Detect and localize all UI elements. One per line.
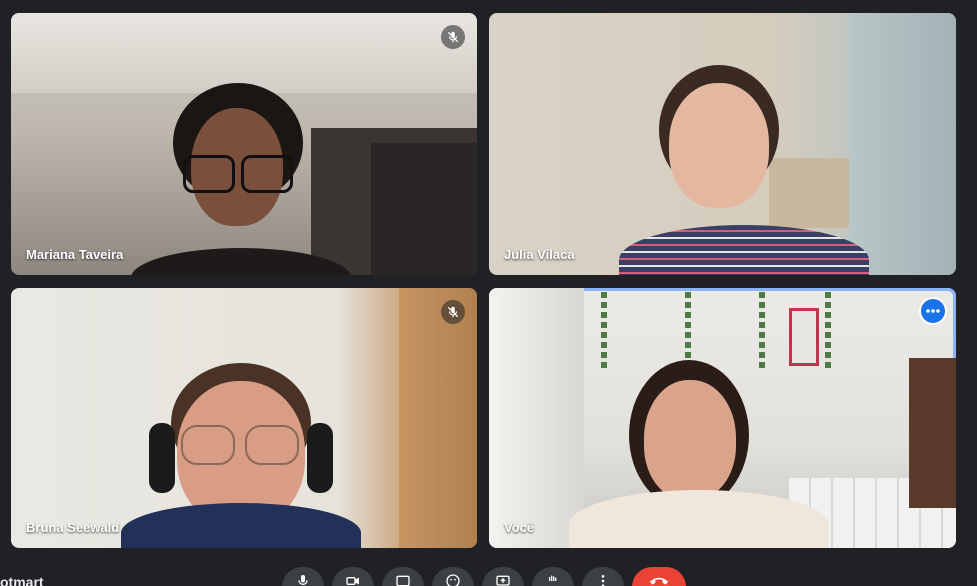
raise-hand-button[interactable] — [532, 567, 574, 586]
present-screen-button[interactable] — [482, 567, 524, 586]
leave-call-icon — [648, 573, 670, 586]
video-background — [825, 292, 831, 372]
participant-video — [619, 65, 869, 275]
video-background — [909, 358, 956, 508]
video-background — [11, 13, 477, 93]
participant-tile-julia-vilaca[interactable]: Julia Vilaca — [489, 13, 956, 275]
participant-name: Julia Vilaca — [504, 247, 575, 262]
mic-off-icon — [441, 25, 465, 49]
captions-icon — [395, 573, 411, 586]
camera-button[interactable] — [332, 567, 374, 586]
participant-video — [121, 363, 361, 548]
participant-video — [131, 83, 351, 275]
emoji-button[interactable] — [432, 567, 474, 586]
video-background — [489, 288, 584, 548]
camera-icon — [345, 573, 361, 586]
video-background — [371, 143, 477, 275]
microphone-button[interactable] — [282, 567, 324, 586]
participant-name: Mariana Taveira — [26, 247, 124, 262]
mic-off-icon — [441, 300, 465, 324]
meeting-stage: Mariana Taveira Julia Vilaca Bruna Seewa… — [0, 0, 977, 586]
participant-name: Você — [504, 520, 535, 535]
video-background — [601, 292, 607, 372]
participant-tile-mariana-taveira[interactable]: Mariana Taveira — [11, 13, 477, 275]
participant-tile-self[interactable]: Você — [489, 288, 956, 548]
participant-tile-bruna-seewald[interactable]: Bruna Seewald — [11, 288, 477, 548]
participant-video — [569, 360, 829, 548]
leave-call-button[interactable] — [632, 567, 686, 586]
participant-name: Bruna Seewald — [26, 520, 120, 535]
captions-button[interactable] — [382, 567, 424, 586]
video-background — [759, 292, 765, 372]
meeting-title: otmart — [0, 574, 44, 586]
more-options-icon[interactable] — [919, 297, 947, 325]
raise-hand-icon — [545, 573, 561, 586]
video-background — [789, 308, 819, 366]
more-options-icon — [595, 573, 611, 586]
present-screen-icon — [495, 573, 511, 586]
call-controls — [282, 567, 686, 586]
video-background — [399, 288, 477, 548]
emoji-icon — [445, 573, 461, 586]
video-background — [849, 13, 956, 275]
more-options-button[interactable] — [582, 567, 624, 586]
microphone-icon — [295, 573, 311, 586]
